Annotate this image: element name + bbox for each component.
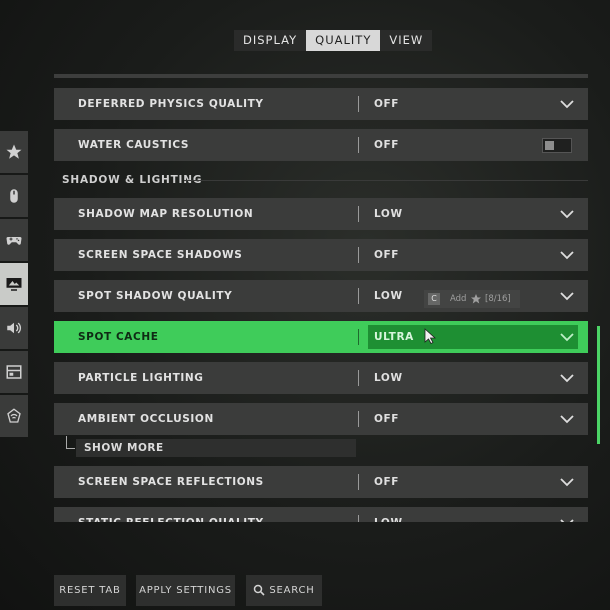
reset-tab-button[interactable]: RESET TAB <box>54 575 126 606</box>
divider <box>358 411 359 427</box>
section-header-shadow-lighting: SHADOW & LIGHTING <box>54 170 588 190</box>
setting-value: OFF <box>374 476 400 488</box>
section-divider <box>184 180 588 181</box>
show-more-button[interactable]: SHOW MORE <box>76 439 356 457</box>
chevron-down-icon[interactable] <box>560 371 574 385</box>
setting-particle-lighting[interactable]: PARTICLE LIGHTING LOW <box>54 362 588 394</box>
setting-value: ULTRA <box>374 331 414 343</box>
spot-cache-dropdown[interactable]: ULTRA <box>368 325 578 349</box>
setting-value: OFF <box>374 413 400 425</box>
favorite-tooltip: C Add [8/16] <box>424 290 520 308</box>
category-interface[interactable] <box>0 351 28 393</box>
apply-settings-button[interactable]: APPLY SETTINGS <box>136 575 235 606</box>
setting-label: DEFERRED PHYSICS QUALITY <box>78 98 264 110</box>
mouse-cursor-icon <box>424 328 437 344</box>
chevron-down-icon[interactable] <box>560 248 574 262</box>
toggle-knob <box>545 141 554 150</box>
setting-label: SCREEN SPACE REFLECTIONS <box>78 476 264 488</box>
tooltip-action: Add <box>450 294 467 304</box>
top-tabs: DISPLAY QUALITY VIEW <box>234 30 433 51</box>
divider <box>358 137 359 153</box>
tab-display[interactable]: DISPLAY <box>234 30 306 51</box>
setting-label: STATIC REFLECTION QUALITY <box>78 507 264 522</box>
category-controller[interactable] <box>0 219 28 261</box>
setting-label: SPOT CACHE <box>78 331 159 343</box>
setting-value: LOW <box>374 507 403 522</box>
divider <box>358 247 359 263</box>
divider <box>358 329 359 345</box>
list-scrollbar[interactable] <box>597 326 600 444</box>
mouse-icon <box>10 189 18 203</box>
setting-spot-cache[interactable]: SPOT CACHE ULTRA <box>54 321 588 353</box>
setting-ambient-occlusion[interactable]: AMBIENT OCCLUSION OFF <box>54 403 588 435</box>
chevron-down-icon[interactable] <box>560 475 574 489</box>
chevron-down-icon[interactable] <box>560 412 574 426</box>
star-icon <box>471 294 481 304</box>
category-network[interactable] <box>0 395 28 437</box>
search-button[interactable]: SEARCH <box>246 575 322 606</box>
setting-label: AMBIENT OCCLUSION <box>78 413 214 425</box>
category-rail <box>0 131 28 438</box>
key-hint: C <box>428 293 440 305</box>
setting-water-caustics[interactable]: WATER CAUSTICS OFF <box>54 129 588 161</box>
favorite-count: [8/16] <box>485 294 511 304</box>
setting-label: WATER CAUSTICS <box>78 139 190 151</box>
divider <box>358 474 359 490</box>
section-title: SHADOW & LIGHTING <box>62 174 203 186</box>
interface-icon <box>6 365 22 379</box>
list-top-edge <box>54 74 588 78</box>
setting-label: SPOT SHADOW QUALITY <box>78 290 233 302</box>
network-icon <box>7 408 21 423</box>
category-favorites[interactable] <box>0 131 28 173</box>
gamepad-icon <box>6 237 22 245</box>
tab-view[interactable]: VIEW <box>380 30 432 51</box>
tree-connector <box>66 436 75 449</box>
divider <box>358 206 359 222</box>
setting-value: LOW <box>374 208 403 220</box>
chevron-down-icon[interactable] <box>560 207 574 221</box>
setting-shadow-map-resolution[interactable]: SHADOW MAP RESOLUTION LOW <box>54 198 588 230</box>
setting-value: OFF <box>374 249 400 261</box>
setting-label: SCREEN SPACE SHADOWS <box>78 249 243 261</box>
setting-value: LOW <box>374 372 403 384</box>
setting-screen-space-shadows[interactable]: SCREEN SPACE SHADOWS OFF <box>54 239 588 271</box>
chevron-down-icon[interactable] <box>560 97 574 111</box>
divider <box>358 370 359 386</box>
category-mouse[interactable] <box>0 175 28 217</box>
divider <box>358 288 359 304</box>
setting-value: OFF <box>374 139 400 151</box>
category-graphics[interactable] <box>0 263 28 305</box>
star-icon <box>6 144 22 159</box>
setting-static-reflection-quality[interactable]: STATIC REFLECTION QUALITY LOW <box>54 507 588 522</box>
setting-screen-space-reflections[interactable]: SCREEN SPACE REFLECTIONS OFF <box>54 466 588 498</box>
setting-value: LOW <box>374 290 403 302</box>
category-audio[interactable] <box>0 307 28 349</box>
search-icon <box>254 584 265 596</box>
chevron-down-icon[interactable] <box>560 289 574 303</box>
setting-value: OFF <box>374 98 400 110</box>
setting-deferred-physics-quality[interactable]: DEFERRED PHYSICS QUALITY OFF <box>54 88 588 120</box>
show-more-label: SHOW MORE <box>84 442 164 454</box>
water-caustics-toggle[interactable] <box>542 138 572 153</box>
divider <box>358 96 359 112</box>
divider <box>358 515 359 522</box>
speaker-icon <box>7 322 22 334</box>
chevron-down-icon[interactable] <box>560 330 574 344</box>
monitor-icon <box>6 278 22 291</box>
chevron-down-icon[interactable] <box>560 516 574 522</box>
setting-label: PARTICLE LIGHTING <box>78 372 204 384</box>
search-label: SEARCH <box>269 585 315 596</box>
tab-quality[interactable]: QUALITY <box>306 30 381 51</box>
setting-label: SHADOW MAP RESOLUTION <box>78 208 254 220</box>
